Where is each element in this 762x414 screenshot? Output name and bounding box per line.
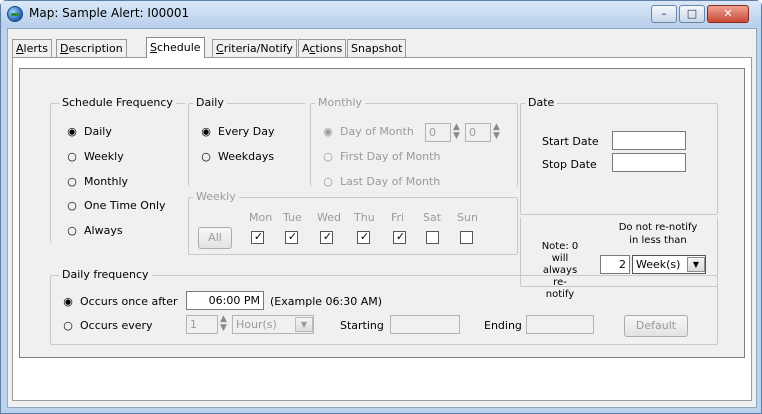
check-icon: ✓ <box>395 230 406 243</box>
occurs-every-unit-select[interactable]: Hour(s) ▼ <box>232 315 314 334</box>
spin-down-icon[interactable]: ▼ <box>451 132 462 141</box>
check-icon: ✓ <box>287 230 298 243</box>
tab-actions[interactable]: Actions <box>298 39 347 57</box>
daily-label: Daily <box>193 96 227 109</box>
starting-input[interactable] <box>390 315 460 334</box>
radio-unselected-icon: ○ <box>323 150 333 163</box>
tab-criteria-notify[interactable]: Criteria/Notify <box>212 39 297 57</box>
ending-input[interactable] <box>526 315 594 334</box>
radio-selected-icon: ◉ <box>201 125 211 138</box>
radio-unselected-icon: ○ <box>201 150 211 163</box>
radio-sf-weekly[interactable]: ○ Weekly <box>66 150 124 164</box>
occurs-every-spinner[interactable]: ▲ ▼ <box>218 315 229 334</box>
radio-selected-icon: ◉ <box>323 125 333 138</box>
tab-description[interactable]: Description <box>56 39 127 57</box>
check-icon: ✓ <box>359 230 370 243</box>
radio-every-day[interactable]: ◉ Every Day <box>200 125 274 139</box>
checkbox-sun[interactable] <box>460 231 473 244</box>
starting-label: Starting <box>340 319 384 332</box>
day-of-month-input-1[interactable]: 0 <box>425 123 451 142</box>
radio-day-of-month[interactable]: ◉ Day of Month <box>322 125 414 139</box>
check-icon: ✓ <box>322 230 333 243</box>
radio-sf-one-time-only[interactable]: ○ One Time Only <box>66 199 165 213</box>
monthly-label: Monthly <box>315 96 366 109</box>
radio-unselected-icon: ○ <box>323 175 333 188</box>
renotify-unit-select[interactable]: Week(s) ▼ <box>632 255 706 274</box>
weekly-all-button[interactable]: All <box>198 227 232 249</box>
day-tue-label: Tue <box>283 211 302 224</box>
maximize-button[interactable]: □ <box>679 5 705 23</box>
check-icon: ✓ <box>253 230 264 243</box>
radio-unselected-icon: ○ <box>67 224 77 237</box>
daily-frequency-label: Daily frequency <box>59 268 152 281</box>
tab-schedule[interactable]: Schedule <box>146 37 205 58</box>
radio-selected-icon: ◉ <box>63 295 73 308</box>
radio-unselected-icon: ○ <box>67 175 77 188</box>
weekly-label: Weekly <box>193 190 239 203</box>
radio-unselected-icon: ○ <box>63 319 73 332</box>
weekly-group: Weekly <box>188 190 518 255</box>
schedule-frequency-group: Schedule Frequency <box>50 96 186 243</box>
spin-down-icon[interactable]: ▼ <box>491 132 502 141</box>
ending-label: Ending <box>484 319 522 332</box>
date-label: Date <box>525 96 558 109</box>
chevron-down-icon[interactable]: ▼ <box>295 317 313 332</box>
schedule-content-frame: Schedule Frequency ◉ Daily ○ Weekly ○ Month… <box>19 68 745 358</box>
window-title: Map: Sample Alert: I00001 <box>29 6 190 20</box>
schedule-tab-panel: Schedule Frequency ◉ Daily ○ Weekly ○ Month… <box>12 57 752 401</box>
renotify-header: Do not re-notify in less than <box>618 222 698 246</box>
checkbox-thu[interactable]: ✓ <box>357 230 370 244</box>
daily-group: Daily <box>188 96 306 187</box>
daily-frequency-group: Daily frequency <box>50 268 718 345</box>
radio-last-day-of-month[interactable]: ○ Last Day of Month <box>322 175 440 189</box>
checkbox-fri[interactable]: ✓ <box>393 230 406 244</box>
day-of-month-input-2[interactable]: 0 <box>465 123 491 142</box>
radio-unselected-icon: ○ <box>67 199 77 212</box>
radio-selected-icon: ◉ <box>67 125 77 138</box>
checkbox-tue[interactable]: ✓ <box>285 230 298 244</box>
title-bar: Map: Sample Alert: I00001 – □ ✕ <box>1 1 761 27</box>
stop-date-label: Stop Date <box>542 158 597 171</box>
checkbox-mon[interactable]: ✓ <box>251 230 264 244</box>
spinner-2[interactable]: ▲ ▼ <box>491 123 502 142</box>
radio-sf-always[interactable]: ○ Always <box>66 224 122 238</box>
stop-date-input[interactable] <box>612 153 686 172</box>
day-wed-label: Wed <box>317 211 341 224</box>
checkbox-sat[interactable] <box>426 231 439 244</box>
app-globe-icon <box>7 6 23 22</box>
spin-down-icon[interactable]: ▼ <box>218 324 229 333</box>
default-button[interactable]: Default <box>624 315 688 337</box>
close-button[interactable]: ✕ <box>707 5 749 23</box>
example-hint: (Example 06:30 AM) <box>270 295 383 308</box>
day-sat-label: Sat <box>423 211 442 224</box>
occurs-once-time-input[interactable]: 06:00 PM <box>186 291 264 310</box>
radio-weekdays[interactable]: ○ Weekdays <box>200 150 274 164</box>
dialog-client-area: Alerts Description Schedule Criteria/Not… <box>7 28 757 408</box>
day-fri-label: Fri <box>391 211 405 224</box>
day-sun-label: Sun <box>457 211 478 224</box>
chevron-down-icon[interactable]: ▼ <box>687 257 705 272</box>
radio-sf-daily[interactable]: ◉ Daily <box>66 125 112 139</box>
tab-alerts[interactable]: Alerts <box>12 39 52 57</box>
day-mon-label: Mon <box>249 211 273 224</box>
radio-unselected-icon: ○ <box>67 150 77 163</box>
minimize-button[interactable]: – <box>651 5 677 23</box>
spinner-1[interactable]: ▲ ▼ <box>451 123 462 142</box>
occurs-every-input[interactable]: 1 <box>186 315 218 334</box>
tab-snapshot[interactable]: Snapshot <box>347 39 407 57</box>
renotify-value-input[interactable]: 2 <box>600 255 630 274</box>
radio-sf-monthly[interactable]: ○ Monthly <box>66 175 128 189</box>
schedule-frequency-label: Schedule Frequency <box>59 96 176 109</box>
start-date-input[interactable] <box>612 131 686 150</box>
radio-first-day-of-month[interactable]: ○ First Day of Month <box>322 150 440 164</box>
day-thu-label: Thu <box>354 211 375 224</box>
checkbox-wed[interactable]: ✓ <box>320 230 333 244</box>
alert-window: Map: Sample Alert: I00001 – □ ✕ Alerts D… <box>0 0 762 414</box>
radio-occurs-once-after[interactable]: ◉ Occurs once after <box>62 295 177 309</box>
start-date-label: Start Date <box>542 135 599 148</box>
radio-occurs-every[interactable]: ○ Occurs every <box>62 319 152 333</box>
